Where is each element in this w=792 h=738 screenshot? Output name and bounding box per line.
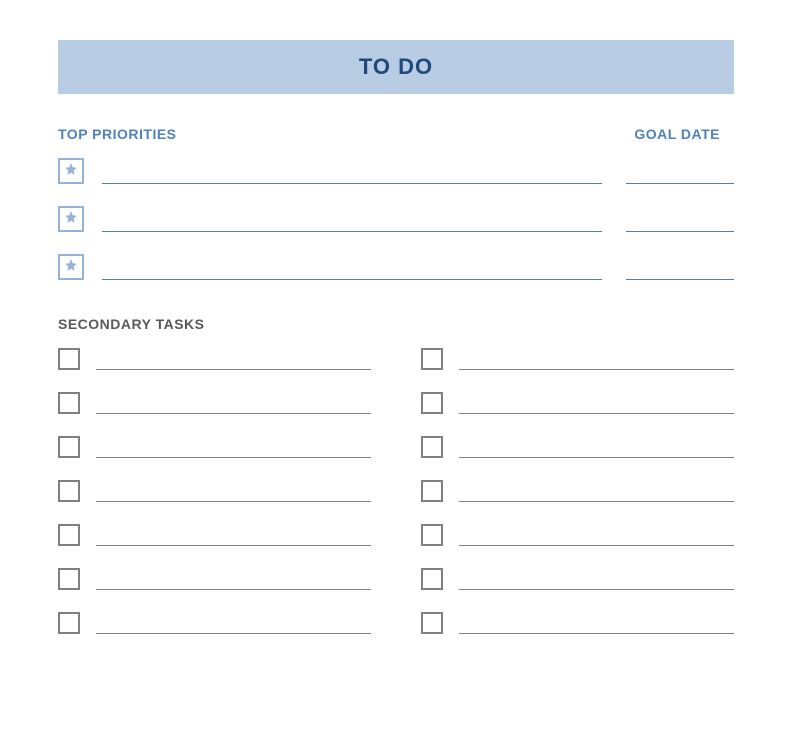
secondary-row <box>421 524 734 546</box>
secondary-checkbox[interactable] <box>58 392 80 414</box>
secondary-row <box>421 348 734 370</box>
priority-date-input[interactable] <box>626 208 734 232</box>
secondary-task-input[interactable] <box>96 480 371 502</box>
secondary-task-input[interactable] <box>96 392 371 414</box>
priority-checkbox[interactable] <box>58 206 84 232</box>
priority-checkbox[interactable] <box>58 254 84 280</box>
priority-task-input[interactable] <box>102 256 602 280</box>
secondary-checkbox[interactable] <box>58 524 80 546</box>
secondary-checkbox[interactable] <box>421 436 443 458</box>
priority-task-input[interactable] <box>102 160 602 184</box>
secondary-checkbox[interactable] <box>58 348 80 370</box>
secondary-task-input[interactable] <box>96 568 371 590</box>
priority-date-input[interactable] <box>626 256 734 280</box>
secondary-task-input[interactable] <box>96 612 371 634</box>
secondary-checkbox[interactable] <box>58 568 80 590</box>
secondary-checkbox[interactable] <box>58 480 80 502</box>
secondary-task-input[interactable] <box>459 612 734 634</box>
secondary-row <box>58 568 371 590</box>
star-icon <box>64 258 78 277</box>
secondary-task-input[interactable] <box>459 568 734 590</box>
title-bar: TO DO <box>58 40 734 94</box>
secondary-task-input[interactable] <box>96 524 371 546</box>
priority-row <box>58 254 734 280</box>
secondary-task-input[interactable] <box>96 348 371 370</box>
secondary-checkbox[interactable] <box>421 480 443 502</box>
secondary-row <box>58 524 371 546</box>
secondary-tasks-label: SECONDARY TASKS <box>58 316 734 332</box>
priority-checkbox[interactable] <box>58 158 84 184</box>
secondary-task-input[interactable] <box>459 480 734 502</box>
secondary-checkbox[interactable] <box>421 392 443 414</box>
secondary-row <box>58 480 371 502</box>
priority-date-input[interactable] <box>626 160 734 184</box>
goal-date-label: GOAL DATE <box>634 126 720 142</box>
secondary-row <box>58 348 371 370</box>
secondary-row <box>421 392 734 414</box>
star-icon <box>64 162 78 181</box>
secondary-checkbox[interactable] <box>421 612 443 634</box>
secondary-row <box>421 568 734 590</box>
top-priorities-label: TOP PRIORITIES <box>58 126 177 142</box>
priority-row <box>58 206 734 232</box>
secondary-row <box>58 612 371 634</box>
secondary-checkbox[interactable] <box>421 348 443 370</box>
page-title: TO DO <box>359 54 433 80</box>
secondary-task-input[interactable] <box>459 348 734 370</box>
secondary-row <box>421 436 734 458</box>
secondary-row <box>58 392 371 414</box>
secondary-task-input[interactable] <box>459 392 734 414</box>
secondary-task-input[interactable] <box>459 436 734 458</box>
secondary-task-input[interactable] <box>459 524 734 546</box>
secondary-row <box>421 480 734 502</box>
secondary-checkbox[interactable] <box>421 524 443 546</box>
priority-task-input[interactable] <box>102 208 602 232</box>
priority-row <box>58 158 734 184</box>
secondary-checkbox[interactable] <box>58 612 80 634</box>
secondary-tasks-grid <box>58 348 734 634</box>
priorities-list <box>58 158 734 280</box>
secondary-row <box>58 436 371 458</box>
secondary-checkbox[interactable] <box>58 436 80 458</box>
star-icon <box>64 210 78 229</box>
secondary-row <box>421 612 734 634</box>
priorities-header-row: TOP PRIORITIES GOAL DATE <box>58 126 734 142</box>
secondary-checkbox[interactable] <box>421 568 443 590</box>
secondary-task-input[interactable] <box>96 436 371 458</box>
